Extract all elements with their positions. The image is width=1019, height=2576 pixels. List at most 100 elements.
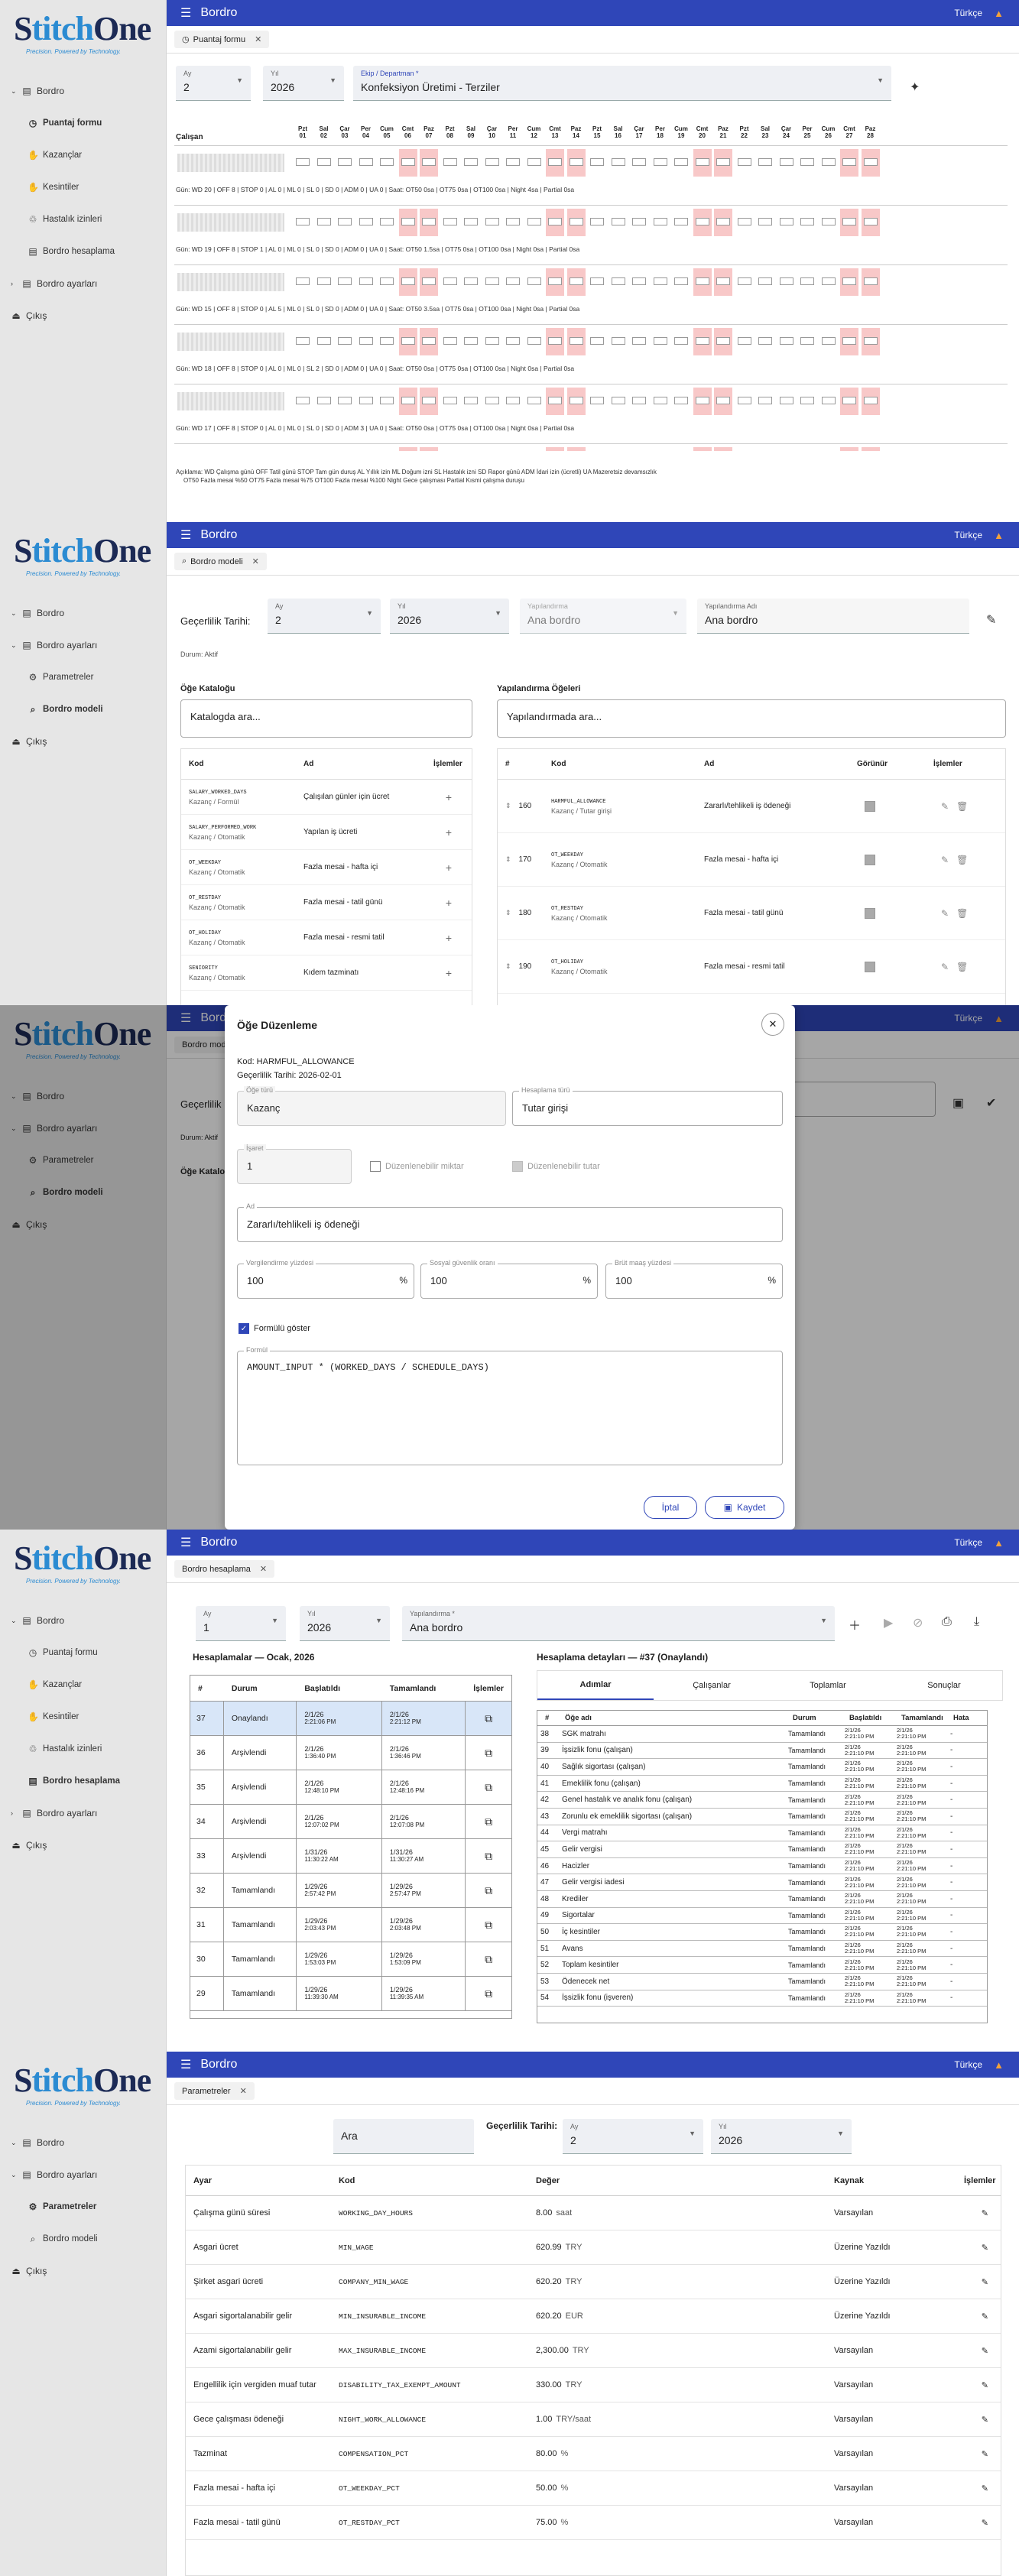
open-icon[interactable]: ⧉	[466, 1850, 511, 1863]
day-input[interactable]	[590, 158, 604, 166]
day-cell[interactable]	[735, 388, 754, 415]
day-input[interactable]	[380, 397, 394, 404]
sidebar-item-0[interactable]: ⌄ ▤ Bordro	[0, 75, 166, 107]
tax-pct-input[interactable]: Vergilendirme yüzdesi 100%	[237, 1259, 414, 1299]
day-cell[interactable]	[714, 268, 732, 296]
day-cell[interactable]	[819, 149, 838, 177]
day-cell[interactable]	[693, 268, 712, 296]
day-input[interactable]	[821, 337, 836, 345]
day-cell[interactable]	[861, 209, 880, 236]
sidebar-item-4[interactable]: ⏏ Çıkış	[0, 2255, 166, 2287]
detail-tab[interactable]: Toplamlar	[770, 1671, 886, 1700]
open-icon[interactable]: ⧉	[466, 1919, 511, 1932]
day-input[interactable]	[296, 158, 310, 166]
calc-row[interactable]: 34 Arşivlendi 2/1/26 12:07:02 PM 2/1/26 12:07…	[190, 1805, 511, 1839]
day-input[interactable]	[695, 397, 709, 404]
day-input[interactable]	[316, 337, 331, 345]
day-cell[interactable]	[798, 209, 816, 236]
edit-icon[interactable]: ✎	[956, 2277, 1001, 2287]
day-cell[interactable]	[566, 268, 586, 296]
day-input[interactable]	[653, 397, 667, 404]
day-cell[interactable]	[357, 149, 375, 177]
day-input[interactable]	[842, 158, 856, 166]
day-cell[interactable]	[819, 447, 838, 451]
day-cell[interactable]	[588, 209, 606, 236]
day-cell[interactable]	[483, 149, 501, 177]
day-cell[interactable]	[630, 149, 648, 177]
day-cell[interactable]	[672, 268, 690, 296]
day-cell[interactable]	[525, 447, 544, 451]
day-cell[interactable]	[294, 268, 312, 296]
day-cell[interactable]	[566, 149, 586, 177]
day-input[interactable]	[821, 158, 836, 166]
day-cell[interactable]	[566, 209, 586, 236]
day-cell[interactable]	[420, 447, 438, 451]
day-cell[interactable]	[588, 328, 606, 355]
day-cell[interactable]	[546, 268, 564, 296]
day-input[interactable]	[338, 337, 352, 345]
day-cell[interactable]	[630, 209, 648, 236]
year-select[interactable]: Yıl 2026 ▼	[300, 1606, 390, 1641]
catalog-search[interactable]: Katalogda ara...	[180, 699, 472, 738]
auto-fill-icon[interactable]: ✦	[910, 79, 920, 95]
config-name-input[interactable]: Yapılandırma Adı Ana bordro	[697, 599, 969, 634]
edit-icon[interactable]: ✎	[941, 962, 949, 972]
edit-icon[interactable]: ✎	[941, 801, 949, 812]
day-cell[interactable]	[441, 328, 459, 355]
detail-tab[interactable]: Adımlar	[537, 1671, 654, 1700]
day-input[interactable]	[674, 337, 688, 345]
day-input[interactable]	[632, 158, 646, 166]
day-input[interactable]	[316, 158, 331, 166]
day-cell[interactable]	[357, 328, 375, 355]
day-input[interactable]	[674, 158, 688, 166]
day-cell[interactable]	[420, 388, 438, 415]
day-input[interactable]	[422, 397, 436, 404]
day-cell[interactable]	[525, 388, 544, 415]
day-input[interactable]	[485, 158, 499, 166]
day-cell[interactable]	[483, 209, 501, 236]
formula-textarea[interactable]: Formül AMOUNT_INPUT * (WORKED_DAYS / SCHE…	[237, 1346, 783, 1465]
day-input[interactable]	[758, 337, 772, 345]
day-input[interactable]	[380, 337, 394, 345]
day-cell[interactable]	[546, 388, 564, 415]
day-input[interactable]	[380, 218, 394, 225]
day-input[interactable]	[737, 158, 751, 166]
day-cell[interactable]	[441, 149, 459, 177]
day-cell[interactable]	[777, 447, 796, 451]
day-input[interactable]	[590, 337, 604, 345]
day-input[interactable]	[632, 218, 646, 225]
day-cell[interactable]	[462, 447, 480, 451]
day-cell[interactable]	[672, 149, 690, 177]
day-input[interactable]	[443, 337, 457, 345]
day-input[interactable]	[506, 277, 520, 285]
day-input[interactable]	[590, 277, 604, 285]
day-input[interactable]	[422, 158, 436, 166]
menu-icon[interactable]: ☰	[180, 2057, 191, 2072]
day-input[interactable]	[779, 397, 793, 404]
sidebar-item-3[interactable]: ⌕ Bordro modeli	[0, 2223, 166, 2255]
sidebar-item-0[interactable]: ⌄ ▤ Bordro	[0, 1604, 166, 1637]
day-cell[interactable]	[819, 388, 838, 415]
day-cell[interactable]	[462, 209, 480, 236]
day-input[interactable]	[674, 397, 688, 404]
calc-row[interactable]: 30 Tamamlandı 1/29/26 1:53:03 PM 1/29/26 1:53…	[190, 1942, 511, 1977]
day-input[interactable]	[611, 218, 625, 225]
day-cell[interactable]	[441, 388, 459, 415]
edit-icon[interactable]: ✎	[956, 2243, 1001, 2253]
day-input[interactable]	[758, 218, 772, 225]
day-cell[interactable]	[693, 149, 712, 177]
day-input[interactable]	[737, 397, 751, 404]
day-input[interactable]	[464, 277, 478, 285]
day-cell[interactable]	[420, 268, 438, 296]
visible-checkbox[interactable]	[849, 961, 926, 972]
day-input[interactable]	[716, 218, 730, 225]
day-input[interactable]	[632, 337, 646, 345]
day-cell[interactable]	[336, 328, 354, 355]
day-cell[interactable]	[294, 149, 312, 177]
day-input[interactable]	[674, 277, 688, 285]
visible-checkbox[interactable]	[849, 854, 926, 865]
day-input[interactable]	[821, 277, 836, 285]
day-input[interactable]	[842, 397, 856, 404]
day-cell[interactable]	[840, 328, 858, 355]
edit-icon[interactable]: ✎	[956, 2449, 1001, 2459]
